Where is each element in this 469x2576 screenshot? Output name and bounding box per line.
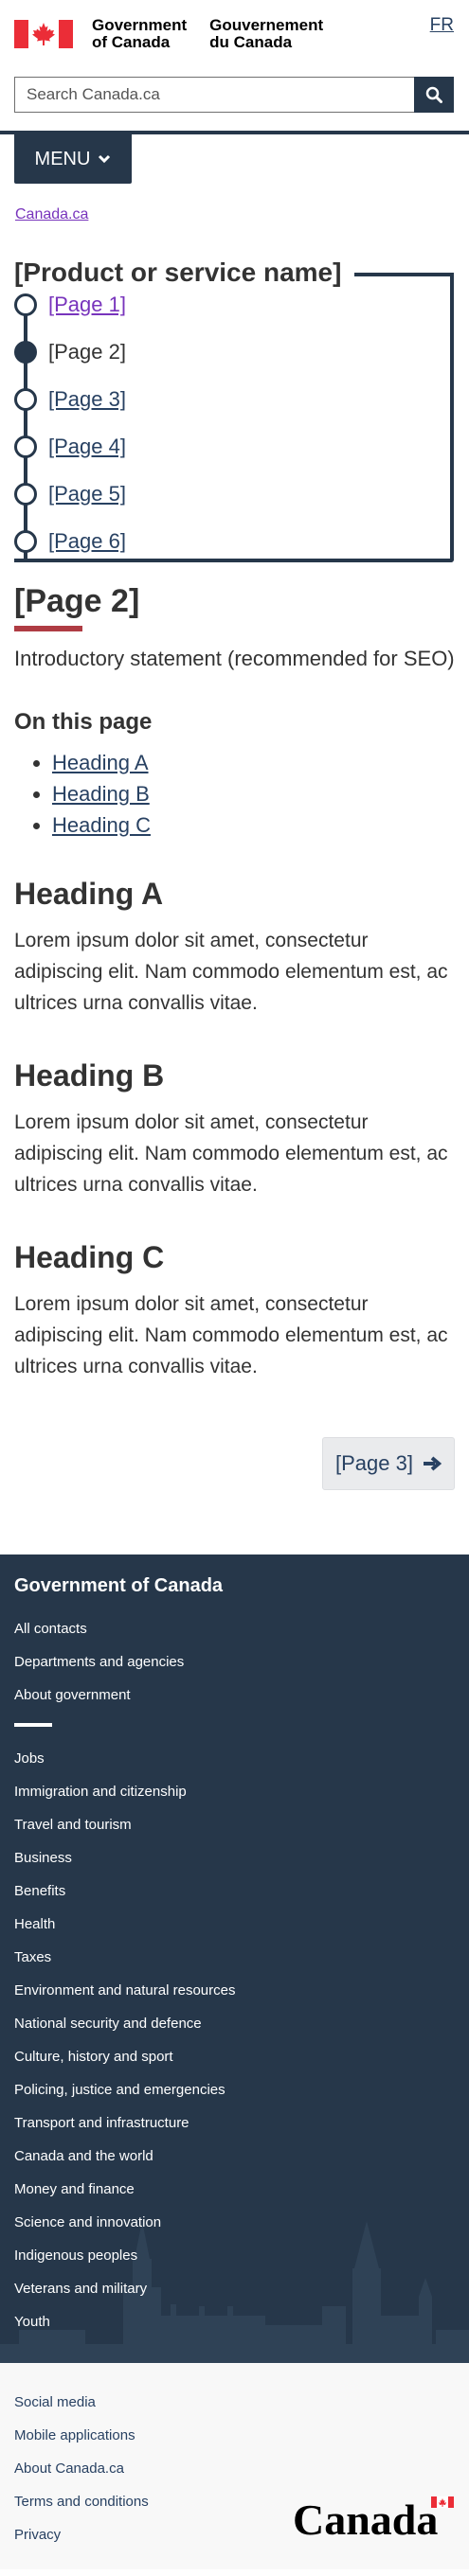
canada-wordmark-logo: Canada [293, 2496, 454, 2544]
toc-item: Heading A [52, 747, 455, 778]
footer-topic-link[interactable]: Culture, history and sport [14, 2049, 173, 2065]
language-toggle-link[interactable]: FR [430, 15, 454, 36]
footer-topic-link[interactable]: Immigration and citizenship [14, 1784, 187, 1800]
table-of-contents: Heading A Heading B Heading C [14, 747, 455, 841]
footer-title: Government of Canada [14, 1575, 224, 1596]
toc-link-heading-c[interactable]: Heading C [52, 813, 151, 837]
step-item-3[interactable]: [Page 3] [14, 381, 126, 418]
search-bar [14, 77, 454, 113]
step-dot-active-icon [14, 341, 37, 364]
step-item-4[interactable]: [Page 4] [14, 428, 126, 466]
toc-link-heading-a[interactable]: Heading A [52, 751, 149, 774]
menu-button[interactable]: MENU [14, 134, 132, 184]
step-dot-icon [14, 435, 37, 458]
section-body-c: Lorem ipsum dolor sit amet, consectetur … [14, 1293, 448, 1377]
subfooter-link-privacy[interactable]: Privacy [14, 2527, 61, 2543]
step-link-page-3[interactable]: [Page 3] [48, 387, 126, 412]
subfooter-link-mobile-apps[interactable]: Mobile applications [14, 2427, 135, 2443]
search-input[interactable] [14, 77, 414, 113]
footer-topic-link[interactable]: Veterans and military [14, 2281, 147, 2297]
footer-topic-link[interactable]: Canada and the world [14, 2148, 153, 2164]
step-item-1[interactable]: [Page 1] [14, 286, 126, 324]
menu-label: MENU [34, 148, 91, 169]
step-item-2: [Page 2] [14, 333, 126, 371]
menu-container: MENU [0, 134, 469, 184]
section-heading-c: Heading C [14, 1240, 165, 1274]
steps-navigation: [Product or service name] [Page 1] [Page… [14, 250, 454, 564]
step-item-6[interactable]: [Page 6] [14, 523, 126, 560]
title-underline [14, 626, 82, 631]
footer-topic-link[interactable]: Transport and infrastructure [14, 2115, 189, 2131]
step-link-page-6[interactable]: [Page 6] [48, 529, 126, 554]
footer-topic-link[interactable]: Science and innovation [14, 2214, 161, 2230]
toc-link-heading-b[interactable]: Heading B [52, 782, 150, 806]
step-dot-icon [14, 388, 37, 411]
gov-name-fr: Gouvernement du Canada [209, 16, 324, 51]
next-page-button[interactable]: [Page 3] [322, 1437, 455, 1490]
sub-footer: Social media Mobile applications About C… [0, 2363, 469, 2569]
footer-topic-link[interactable]: Business [14, 1850, 72, 1866]
footer-topic-link[interactable]: Youth [14, 2314, 50, 2330]
breadcrumb-link-canada[interactable]: Canada.ca [15, 206, 88, 222]
footer-primary-links: All contacts Departments and agencies Ab… [14, 1612, 455, 1712]
breadcrumb: Canada.ca [0, 206, 469, 223]
gov-name-en: Government of Canada [92, 16, 188, 51]
footer-link-about-government[interactable]: About government [14, 1687, 131, 1703]
footer-topic-links: Jobs Immigration and citizenship Travel … [14, 1742, 455, 2338]
section-heading-b: Heading B [14, 1058, 165, 1093]
footer-topic-link[interactable]: Taxes [14, 1949, 51, 1965]
step-link-page-4[interactable]: [Page 4] [48, 435, 126, 459]
footer-topic-link[interactable]: Jobs [14, 1750, 45, 1767]
footer-topic-link[interactable]: Environment and natural resources [14, 1982, 235, 1999]
step-link-page-1[interactable]: [Page 1] [48, 293, 126, 317]
footer-topic-link[interactable]: Health [14, 1916, 55, 1932]
pager: [Page 3] [14, 1437, 455, 1490]
footer-topic-link[interactable]: Travel and tourism [14, 1817, 132, 1833]
toc-item: Heading B [52, 778, 455, 809]
canada-flag-icon [14, 20, 73, 48]
subfooter-link-terms[interactable]: Terms and conditions [14, 2494, 149, 2510]
on-this-page-heading: On this page [14, 709, 153, 735]
footer-topic-link[interactable]: Policing, justice and emergencies [14, 2082, 225, 2098]
government-signature[interactable]: Government of Canada Gouvernement du Can… [14, 17, 323, 51]
footer-topic-link[interactable]: National security and defence [14, 2016, 202, 2032]
next-page-label: [Page 3] [335, 1451, 413, 1475]
section-body-b: Lorem ipsum dolor sit amet, consectetur … [14, 1111, 448, 1196]
arrow-right-icon [423, 1456, 442, 1471]
footer-topic-link[interactable]: Indigenous peoples [14, 2247, 137, 2264]
section-heading-a: Heading A [14, 877, 164, 911]
intro-statement: Introductory statement (recommended for … [14, 647, 455, 670]
footer-link-all-contacts[interactable]: All contacts [14, 1621, 87, 1637]
toc-item: Heading C [52, 809, 455, 841]
section-body-a: Lorem ipsum dolor sit amet, consectetur … [14, 930, 448, 1014]
page-title: [Page 2] [14, 583, 140, 619]
step-dot-icon [14, 530, 37, 553]
step-label-page-2: [Page 2] [48, 340, 126, 364]
search-button[interactable] [414, 77, 454, 113]
chevron-down-icon [99, 154, 111, 164]
svg-text:Canada: Canada [293, 2496, 438, 2540]
step-link-page-5[interactable]: [Page 5] [48, 482, 126, 506]
footer-topic-link[interactable]: Benefits [14, 1883, 65, 1899]
main-content: [Page 2] Introductory statement (recomme… [0, 583, 469, 1490]
step-item-5[interactable]: [Page 5] [14, 475, 126, 513]
footer-topic-link[interactable]: Money and finance [14, 2181, 135, 2197]
main-footer: Government of Canada All contacts Depart… [0, 1554, 469, 2363]
canada-wordmark: Canada [293, 2495, 454, 2545]
footer-link-departments[interactable]: Departments and agencies [14, 1654, 184, 1670]
magnifier-icon [425, 86, 442, 103]
subfooter-link-about[interactable]: About Canada.ca [14, 2461, 124, 2477]
footer-divider [14, 1723, 52, 1727]
subfooter-link-social-media[interactable]: Social media [14, 2394, 96, 2410]
site-header: Government of Canada Gouvernement du Can… [0, 0, 469, 134]
step-dot-icon [14, 483, 37, 506]
step-dot-icon [14, 293, 37, 316]
